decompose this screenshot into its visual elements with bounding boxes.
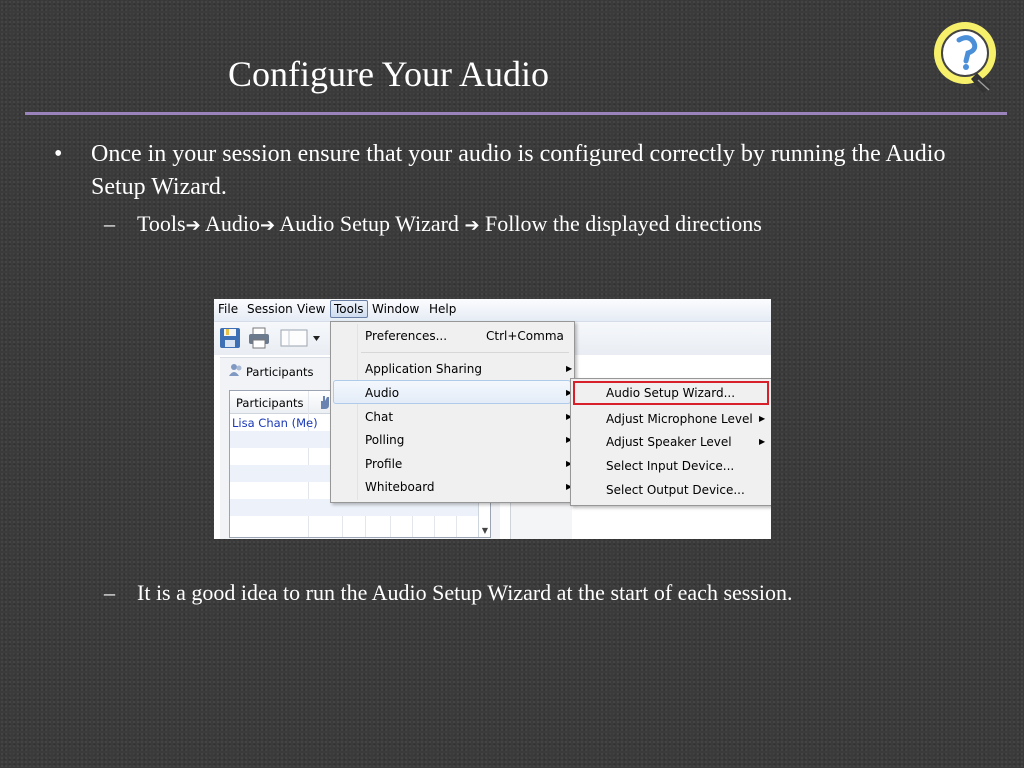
path-step-wizard: Audio Setup Wizard — [279, 211, 459, 236]
app-screenshot: File Session View Tools Window Help Part… — [214, 299, 771, 539]
audio-submenu: Audio Setup Wizard... Adjust Microphone … — [570, 378, 771, 506]
menu-item-audio[interactable]: Audio — [365, 386, 399, 400]
submenu-arrow-icon: ▶ — [566, 364, 573, 373]
menu-item-select-output[interactable]: Select Output Device... — [606, 483, 745, 497]
arrow-right-icon: ➔ — [259, 215, 276, 236]
title-underline — [25, 112, 1007, 115]
menu-item-preferences[interactable]: Preferences... — [365, 329, 447, 343]
panel-title: Participants — [246, 365, 314, 379]
layout-dropdown-icon[interactable] — [280, 326, 322, 350]
menu-session[interactable]: Session — [247, 302, 293, 316]
arrow-right-icon: ➔ — [185, 215, 201, 236]
print-icon[interactable] — [247, 326, 271, 350]
slide-title: Configure Your Audio — [228, 54, 550, 94]
participants-icon — [229, 364, 242, 376]
menu-item-audio-setup-wizard[interactable]: Audio Setup Wizard... — [606, 386, 735, 400]
path-step-tools: Tools — [137, 211, 186, 236]
menu-file[interactable]: File — [218, 302, 238, 316]
submenu-arrow-icon: ▶ — [759, 437, 766, 446]
menu-item-polling[interactable]: Polling — [365, 433, 404, 447]
menu-view[interactable]: View — [297, 302, 325, 316]
menu-item-whiteboard[interactable]: Whiteboard — [365, 480, 435, 494]
menu-help[interactable]: Help — [429, 302, 456, 316]
menu-item-select-input[interactable]: Select Input Device... — [606, 459, 734, 473]
participant-name[interactable]: Lisa Chan (Me) — [232, 416, 318, 430]
save-icon[interactable] — [218, 326, 242, 350]
submenu-arrow-icon: ▶ — [759, 414, 766, 423]
menu-bar: File Session View Tools Window Help — [214, 299, 771, 322]
menu-item-application-sharing[interactable]: Application Sharing — [365, 362, 482, 376]
menu-gutter — [357, 324, 358, 500]
sub-bullet-dash: – — [104, 211, 115, 236]
lightbulb-logo-icon — [934, 22, 996, 93]
path-step-audio: Audio — [204, 211, 260, 236]
menu-item-adjust-speaker[interactable]: Adjust Speaker Level — [606, 435, 732, 449]
path-step-follow: Follow the displayed directions — [485, 211, 762, 236]
menu-item-profile[interactable]: Profile — [365, 457, 402, 471]
scroll-down-arrow-icon[interactable]: ▼ — [482, 526, 488, 535]
tip-text: It is a good idea to run the Audio Setup… — [137, 580, 793, 605]
menu-tools[interactable]: Tools — [330, 300, 368, 318]
sub-bullet-dash: – — [104, 580, 115, 605]
list-header-label: Participants — [236, 396, 304, 410]
menu-window[interactable]: Window — [372, 302, 419, 316]
preferences-shortcut: Ctrl+Comma — [486, 329, 564, 343]
main-bullet-text: Once in your session ensure that your au… — [91, 141, 946, 200]
menu-item-chat[interactable]: Chat — [365, 410, 393, 424]
tools-menu: Preferences... Ctrl+Comma Application Sh… — [330, 321, 575, 503]
bullet-marker: • — [54, 141, 63, 167]
menu-item-adjust-microphone[interactable]: Adjust Microphone Level — [606, 412, 753, 426]
menu-path-text: Tools➔ Audio➔ Audio Setup Wizard ➔ Follo… — [137, 210, 762, 240]
arrow-right-icon: ➔ — [464, 215, 480, 236]
menu-separator — [361, 352, 569, 353]
